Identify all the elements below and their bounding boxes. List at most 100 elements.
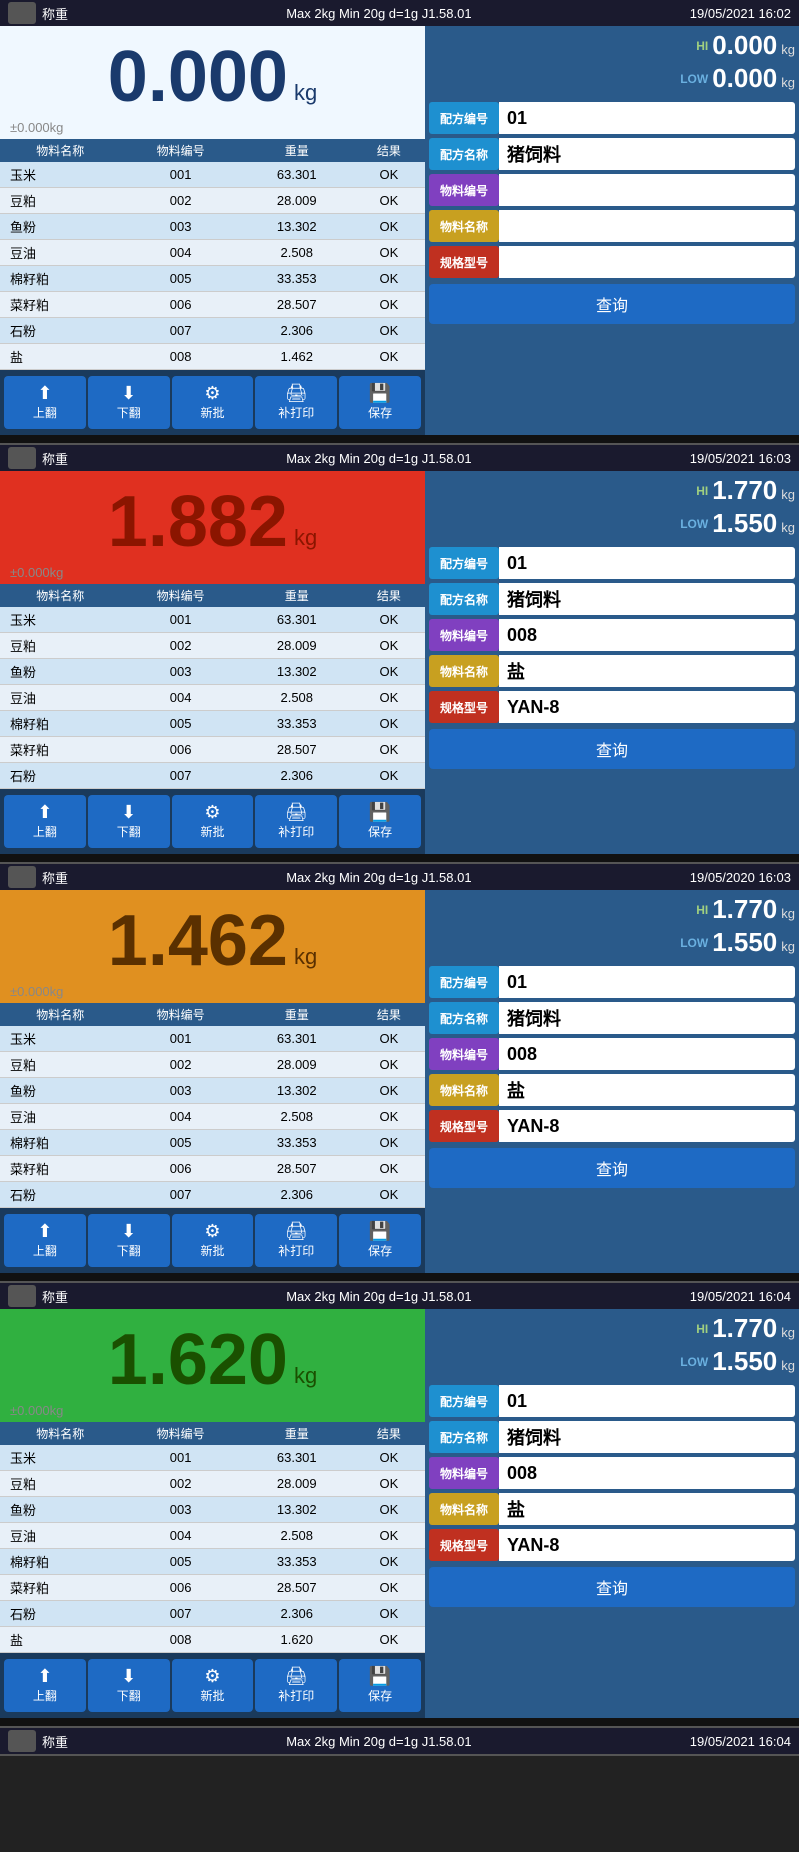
btn-上翻-1[interactable]: ⬆ 上翻 [4,376,86,429]
btn-下翻-2[interactable]: ⬇ 下翻 [88,795,170,848]
table-cell: 石粉 [0,1601,120,1627]
btn-下翻-4[interactable]: ⬇ 下翻 [88,1659,170,1712]
weight-small-2: ±0.000kg [0,565,425,584]
btn-补打印-2[interactable]: 🖨 补打印 [255,795,337,848]
table-row: 菜籽粕00628.507OK [0,1575,425,1601]
btn-新批-2[interactable]: ⚙ 新批 [172,795,254,848]
table-header: 物料编号 [120,1003,240,1026]
table-header: 物料编号 [120,139,240,162]
table-cell: 28.507 [241,1156,353,1182]
low-label-3: LOW [680,936,708,950]
datetime-2: 19/05/2021 16:03 [690,451,791,466]
data-table-3: 物料名称物料编号重量结果玉米00163.301OK豆粕00228.009OK鱼粉… [0,1003,425,1208]
table-cell: OK [353,292,425,318]
table-row: 豆油0042.508OK [0,1523,425,1549]
corner-icon-3 [8,866,36,888]
btn-icon-2: ⚙ [204,1667,220,1685]
scale-left-3: 1.462 kg ±0.000kg物料名称物料编号重量结果玉米00163.301… [0,890,425,1273]
right-panel-3: HI 1.770 kg LOW 1.550 kg 配方编号 01 配方名称 猪饲… [425,890,799,1273]
table-cell: 2.508 [241,685,353,711]
table-header: 结果 [353,139,425,162]
low-value-1: 0.000 [712,63,777,94]
table-row: 鱼粉00313.302OK [0,214,425,240]
weight-value-3: 1.462 [108,900,288,982]
right-panel-1: HI 0.000 kg LOW 0.000 kg 配方编号 01 配方名称 猪饲… [425,26,799,435]
datetime-4: 19/05/2021 16:04 [690,1289,791,1304]
table-cell: 玉米 [0,162,120,188]
btn-label-0: 上翻 [33,404,57,421]
query-btn-3[interactable]: 查询 [429,1148,795,1188]
btn-label-4: 保存 [368,1687,392,1704]
btn-label-1: 下翻 [117,404,141,421]
table-cell: 石粉 [0,1182,120,1208]
info-value-2-4: YAN-8 [499,691,795,723]
table-cell: 33.353 [241,1130,353,1156]
weight-value-2: 1.882 [108,481,288,563]
btn-新批-3[interactable]: ⚙ 新批 [172,1214,254,1267]
table-cell: 003 [120,1497,240,1523]
btn-label-2: 新批 [200,823,224,840]
btn-下翻-3[interactable]: ⬇ 下翻 [88,1214,170,1267]
corner-icon [8,1730,36,1752]
scale-specs-4: Max 2kg Min 20g d=1g J1.58.01 [286,1289,471,1304]
table-cell: 棉籽粕 [0,1130,120,1156]
btn-补打印-3[interactable]: 🖨 补打印 [255,1214,337,1267]
btn-补打印-4[interactable]: 🖨 补打印 [255,1659,337,1712]
info-row-4-3: 物料名称 盐 [429,1493,795,1525]
btn-上翻-2[interactable]: ⬆ 上翻 [4,795,86,848]
info-row-2-3: 物料名称 盐 [429,655,795,687]
table-row: 豆油0042.508OK [0,240,425,266]
info-row-2-1: 配方名称 猪饲料 [429,583,795,615]
query-btn-1[interactable]: 查询 [429,284,795,324]
btn-保存-3[interactable]: 💾 保存 [339,1214,421,1267]
panel-separator [0,1273,799,1281]
btn-label-0: 上翻 [33,1687,57,1704]
btn-保存-2[interactable]: 💾 保存 [339,795,421,848]
btn-保存-1[interactable]: 💾 保存 [339,376,421,429]
scale-specs-2: Max 2kg Min 20g d=1g J1.58.01 [286,451,471,466]
table-cell: OK [353,1627,425,1653]
table-row: 石粉0072.306OK [0,1182,425,1208]
query-btn-4[interactable]: 查询 [429,1567,795,1607]
hi-row-1: HI 0.000 kg [429,30,795,61]
btn-row-2: ⬆ 上翻 ⬇ 下翻 ⚙ 新批 🖨 补打印 💾 保存 [0,789,425,854]
table-row: 菜籽粕00628.507OK [0,1156,425,1182]
table-cell: 008 [120,1627,240,1653]
btn-icon-3: 🖨 [285,803,308,821]
weight-display-1: 0.000 kg [0,26,425,120]
low-unit-1: kg [781,75,795,90]
btn-补打印-1[interactable]: 🖨 补打印 [255,376,337,429]
btn-icon-0: ⬆ [37,384,52,402]
table-cell: 006 [120,1156,240,1182]
table-cell: 005 [120,711,240,737]
table-row: 鱼粉00313.302OK [0,1078,425,1104]
btn-保存-4[interactable]: 💾 保存 [339,1659,421,1712]
btn-上翻-4[interactable]: ⬆ 上翻 [4,1659,86,1712]
table-cell: 63.301 [241,607,353,633]
scale-specs-3: Max 2kg Min 20g d=1g J1.58.01 [286,870,471,885]
info-label-4-0: 配方编号 [429,1385,499,1417]
status-left-4: 称重 [8,1285,68,1307]
table-cell: 008 [120,344,240,370]
hi-row-4: HI 1.770 kg [429,1313,795,1344]
table-cell: OK [353,607,425,633]
table-header: 重量 [241,584,353,607]
table-row: 棉籽粕00533.353OK [0,266,425,292]
table-cell: 13.302 [241,1078,353,1104]
btn-新批-4[interactable]: ⚙ 新批 [172,1659,254,1712]
hi-row-3: HI 1.770 kg [429,894,795,925]
table-cell: 鱼粉 [0,659,120,685]
info-label-4-3: 物料名称 [429,1493,499,1525]
info-value-3-0: 01 [499,966,795,998]
table-cell: 004 [120,240,240,266]
info-row-1-0: 配方编号 01 [429,102,795,134]
hi-label-3: HI [696,903,708,917]
hi-low-1: HI 0.000 kg LOW 0.000 kg [429,30,795,94]
table-cell: 石粉 [0,318,120,344]
table-cell: 豆油 [0,240,120,266]
btn-上翻-3[interactable]: ⬆ 上翻 [4,1214,86,1267]
table-cell: 豆粕 [0,1052,120,1078]
btn-新批-1[interactable]: ⚙ 新批 [172,376,254,429]
query-btn-2[interactable]: 查询 [429,729,795,769]
btn-下翻-1[interactable]: ⬇ 下翻 [88,376,170,429]
